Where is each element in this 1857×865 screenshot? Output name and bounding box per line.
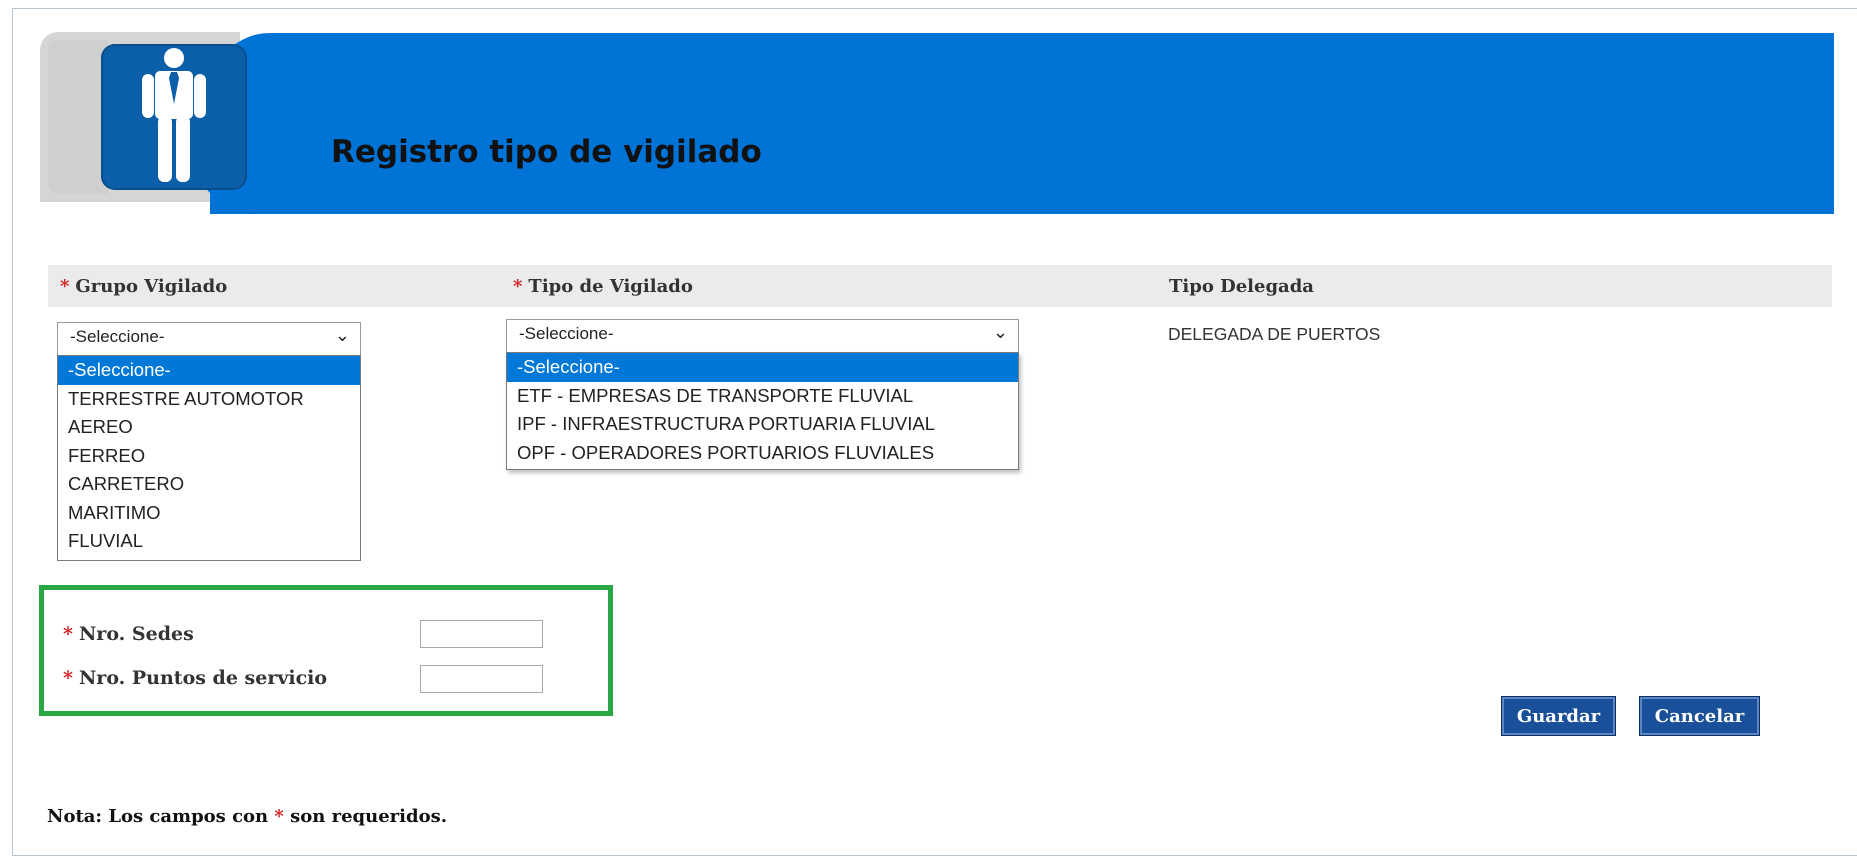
banner (210, 33, 1834, 214)
required-note-prefix: Nota: Los campos con (47, 806, 269, 827)
required-star: * (60, 276, 70, 297)
tipo-delegada-header: Tipo Delegada (1169, 276, 1314, 297)
tipo-option[interactable]: ETF - EMPRESAS DE TRANSPORTE FLUVIAL (507, 382, 1018, 411)
tipo-option[interactable]: OPF - OPERADORES PORTUARIOS FLUVIALES (507, 439, 1018, 468)
grupo-vigilado-select[interactable]: -Seleccione- ⌄ (57, 322, 361, 356)
tipo-vigilado-listbox[interactable]: -Seleccione- ETF - EMPRESAS DE TRANSPORT… (506, 352, 1019, 470)
nro-sedes-input[interactable] (420, 620, 543, 648)
nro-puntos-label: * Nro. Puntos de servicio (63, 667, 327, 689)
grupo-option[interactable]: -Seleccione- (58, 356, 360, 385)
header-icon-box (101, 44, 247, 190)
required-star: * (63, 667, 73, 689)
grupo-option[interactable]: TERRESTRE AUTOMOTOR (58, 385, 360, 414)
chevron-down-icon: ⌄ (992, 322, 1008, 342)
grupo-option[interactable]: FERREO (58, 442, 360, 471)
cancelar-button[interactable]: Cancelar (1639, 696, 1760, 736)
person-tie-icon (142, 48, 206, 182)
grupo-vigilado-selected: -Seleccione- (70, 327, 165, 346)
tipo-delegada-value: DELEGADA DE PUERTOS (1168, 324, 1381, 344)
form-header-row (48, 265, 1832, 307)
tipo-option[interactable]: IPF - INFRAESTRUCTURA PORTUARIA FLUVIAL (507, 410, 1018, 439)
tipo-vigilado-label: Tipo de Vigilado (528, 276, 693, 297)
required-note: Nota: Los campos con * son requeridos. (47, 806, 447, 827)
chevron-down-icon: ⌄ (334, 325, 350, 345)
tipo-vigilado-select[interactable]: -Seleccione- ⌄ (506, 319, 1019, 353)
required-note-suffix: son requeridos. (290, 806, 447, 827)
tipo-option[interactable]: -Seleccione- (507, 353, 1018, 382)
nro-puntos-text: Nro. Puntos de servicio (78, 667, 328, 689)
banner-gray-inner (48, 40, 108, 194)
grupo-vigilado-header: * Grupo Vigilado (60, 276, 227, 297)
guardar-button[interactable]: Guardar (1501, 696, 1616, 736)
required-star: * (63, 623, 73, 645)
grupo-vigilado-label: Grupo Vigilado (75, 276, 228, 297)
grupo-option[interactable]: AEREO (58, 413, 360, 442)
tipo-vigilado-header: * Tipo de Vigilado (513, 276, 693, 297)
required-star: * (513, 276, 523, 297)
grupo-option[interactable]: CARRETERO (58, 470, 360, 499)
highlight-box (39, 585, 613, 716)
grupo-option[interactable]: FLUVIAL (58, 527, 360, 556)
tipo-vigilado-selected: -Seleccione- (519, 324, 614, 343)
grupo-option[interactable]: MARITIMO (58, 499, 360, 528)
grupo-vigilado-listbox[interactable]: -Seleccione- TERRESTRE AUTOMOTOR AEREO F… (57, 355, 361, 561)
tipo-delegada-label: Tipo Delegada (1169, 276, 1314, 297)
nro-sedes-text: Nro. Sedes (78, 623, 194, 645)
nro-sedes-label: * Nro. Sedes (63, 623, 194, 645)
required-note-star: * (274, 806, 284, 827)
nro-puntos-input[interactable] (420, 665, 543, 693)
page-title: Registro tipo de vigilado (331, 134, 762, 170)
